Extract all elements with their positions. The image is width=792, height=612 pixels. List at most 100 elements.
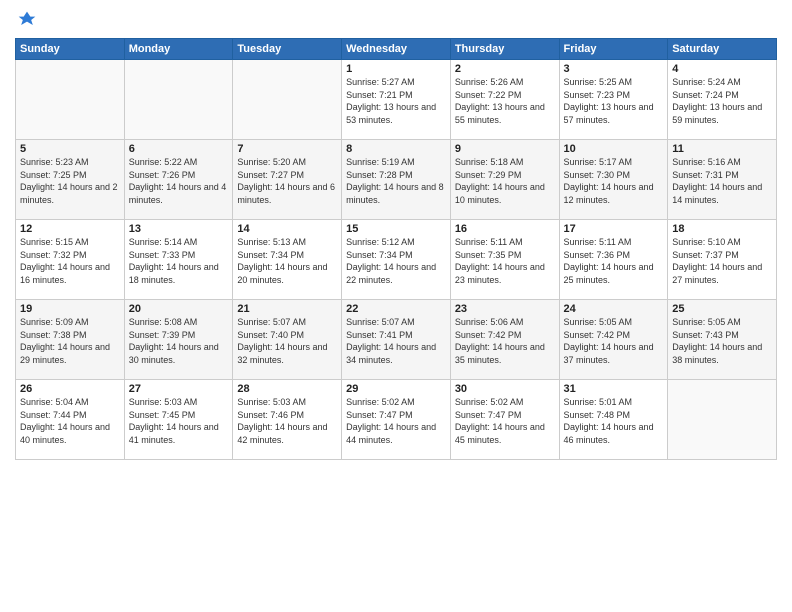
day-number: 5 xyxy=(20,143,120,155)
day-number: 22 xyxy=(346,303,446,315)
day-number: 4 xyxy=(672,63,772,75)
day-info: Sunrise: 5:03 AMSunset: 7:46 PMDaylight:… xyxy=(237,396,337,446)
calendar-cell: 24Sunrise: 5:05 AMSunset: 7:42 PMDayligh… xyxy=(559,300,668,380)
day-number: 11 xyxy=(672,143,772,155)
calendar-cell: 20Sunrise: 5:08 AMSunset: 7:39 PMDayligh… xyxy=(124,300,233,380)
day-info: Sunrise: 5:11 AMSunset: 7:36 PMDaylight:… xyxy=(564,236,664,286)
calendar-cell: 3Sunrise: 5:25 AMSunset: 7:23 PMDaylight… xyxy=(559,60,668,140)
day-number: 18 xyxy=(672,223,772,235)
day-info: Sunrise: 5:23 AMSunset: 7:25 PMDaylight:… xyxy=(20,156,120,206)
day-number: 23 xyxy=(455,303,555,315)
day-number: 2 xyxy=(455,63,555,75)
day-info: Sunrise: 5:11 AMSunset: 7:35 PMDaylight:… xyxy=(455,236,555,286)
day-info: Sunrise: 5:02 AMSunset: 7:47 PMDaylight:… xyxy=(455,396,555,446)
day-number: 13 xyxy=(129,223,229,235)
calendar-cell: 27Sunrise: 5:03 AMSunset: 7:45 PMDayligh… xyxy=(124,380,233,460)
calendar-cell xyxy=(124,60,233,140)
day-number: 20 xyxy=(129,303,229,315)
day-number: 19 xyxy=(20,303,120,315)
calendar-week-row: 26Sunrise: 5:04 AMSunset: 7:44 PMDayligh… xyxy=(16,380,777,460)
calendar-cell: 28Sunrise: 5:03 AMSunset: 7:46 PMDayligh… xyxy=(233,380,342,460)
day-info: Sunrise: 5:09 AMSunset: 7:38 PMDaylight:… xyxy=(20,316,120,366)
day-info: Sunrise: 5:04 AMSunset: 7:44 PMDaylight:… xyxy=(20,396,120,446)
logo xyxy=(15,10,37,30)
page: SundayMondayTuesdayWednesdayThursdayFrid… xyxy=(0,0,792,612)
calendar-cell: 19Sunrise: 5:09 AMSunset: 7:38 PMDayligh… xyxy=(16,300,125,380)
calendar-cell: 1Sunrise: 5:27 AMSunset: 7:21 PMDaylight… xyxy=(342,60,451,140)
calendar-cell: 21Sunrise: 5:07 AMSunset: 7:40 PMDayligh… xyxy=(233,300,342,380)
logo-icon xyxy=(17,10,37,30)
day-number: 21 xyxy=(237,303,337,315)
day-info: Sunrise: 5:02 AMSunset: 7:47 PMDaylight:… xyxy=(346,396,446,446)
calendar-cell: 14Sunrise: 5:13 AMSunset: 7:34 PMDayligh… xyxy=(233,220,342,300)
day-number: 7 xyxy=(237,143,337,155)
day-info: Sunrise: 5:25 AMSunset: 7:23 PMDaylight:… xyxy=(564,76,664,126)
day-info: Sunrise: 5:16 AMSunset: 7:31 PMDaylight:… xyxy=(672,156,772,206)
calendar-week-row: 19Sunrise: 5:09 AMSunset: 7:38 PMDayligh… xyxy=(16,300,777,380)
calendar-cell: 10Sunrise: 5:17 AMSunset: 7:30 PMDayligh… xyxy=(559,140,668,220)
day-number: 3 xyxy=(564,63,664,75)
calendar-cell: 29Sunrise: 5:02 AMSunset: 7:47 PMDayligh… xyxy=(342,380,451,460)
calendar-cell: 8Sunrise: 5:19 AMSunset: 7:28 PMDaylight… xyxy=(342,140,451,220)
calendar-cell: 4Sunrise: 5:24 AMSunset: 7:24 PMDaylight… xyxy=(668,60,777,140)
calendar-cell: 26Sunrise: 5:04 AMSunset: 7:44 PMDayligh… xyxy=(16,380,125,460)
day-info: Sunrise: 5:18 AMSunset: 7:29 PMDaylight:… xyxy=(455,156,555,206)
day-info: Sunrise: 5:22 AMSunset: 7:26 PMDaylight:… xyxy=(129,156,229,206)
weekday-header: Friday xyxy=(559,39,668,60)
day-number: 26 xyxy=(20,383,120,395)
calendar-cell: 22Sunrise: 5:07 AMSunset: 7:41 PMDayligh… xyxy=(342,300,451,380)
weekday-header: Saturday xyxy=(668,39,777,60)
day-number: 17 xyxy=(564,223,664,235)
calendar-cell: 17Sunrise: 5:11 AMSunset: 7:36 PMDayligh… xyxy=(559,220,668,300)
calendar-cell: 30Sunrise: 5:02 AMSunset: 7:47 PMDayligh… xyxy=(450,380,559,460)
day-info: Sunrise: 5:01 AMSunset: 7:48 PMDaylight:… xyxy=(564,396,664,446)
weekday-header: Sunday xyxy=(16,39,125,60)
day-number: 31 xyxy=(564,383,664,395)
day-info: Sunrise: 5:14 AMSunset: 7:33 PMDaylight:… xyxy=(129,236,229,286)
day-number: 9 xyxy=(455,143,555,155)
calendar-cell xyxy=(233,60,342,140)
calendar-cell: 25Sunrise: 5:05 AMSunset: 7:43 PMDayligh… xyxy=(668,300,777,380)
calendar-cell xyxy=(16,60,125,140)
day-number: 14 xyxy=(237,223,337,235)
day-info: Sunrise: 5:12 AMSunset: 7:34 PMDaylight:… xyxy=(346,236,446,286)
day-number: 15 xyxy=(346,223,446,235)
calendar-week-row: 1Sunrise: 5:27 AMSunset: 7:21 PMDaylight… xyxy=(16,60,777,140)
day-info: Sunrise: 5:06 AMSunset: 7:42 PMDaylight:… xyxy=(455,316,555,366)
calendar-cell: 16Sunrise: 5:11 AMSunset: 7:35 PMDayligh… xyxy=(450,220,559,300)
day-number: 24 xyxy=(564,303,664,315)
day-info: Sunrise: 5:24 AMSunset: 7:24 PMDaylight:… xyxy=(672,76,772,126)
day-number: 10 xyxy=(564,143,664,155)
day-info: Sunrise: 5:03 AMSunset: 7:45 PMDaylight:… xyxy=(129,396,229,446)
day-info: Sunrise: 5:07 AMSunset: 7:40 PMDaylight:… xyxy=(237,316,337,366)
day-info: Sunrise: 5:10 AMSunset: 7:37 PMDaylight:… xyxy=(672,236,772,286)
day-number: 27 xyxy=(129,383,229,395)
day-number: 29 xyxy=(346,383,446,395)
day-info: Sunrise: 5:13 AMSunset: 7:34 PMDaylight:… xyxy=(237,236,337,286)
day-info: Sunrise: 5:17 AMSunset: 7:30 PMDaylight:… xyxy=(564,156,664,206)
day-info: Sunrise: 5:15 AMSunset: 7:32 PMDaylight:… xyxy=(20,236,120,286)
day-info: Sunrise: 5:27 AMSunset: 7:21 PMDaylight:… xyxy=(346,76,446,126)
calendar-cell: 2Sunrise: 5:26 AMSunset: 7:22 PMDaylight… xyxy=(450,60,559,140)
weekday-header: Tuesday xyxy=(233,39,342,60)
weekday-header: Monday xyxy=(124,39,233,60)
day-number: 30 xyxy=(455,383,555,395)
calendar-cell: 31Sunrise: 5:01 AMSunset: 7:48 PMDayligh… xyxy=(559,380,668,460)
day-info: Sunrise: 5:05 AMSunset: 7:43 PMDaylight:… xyxy=(672,316,772,366)
calendar-cell: 23Sunrise: 5:06 AMSunset: 7:42 PMDayligh… xyxy=(450,300,559,380)
calendar-cell: 12Sunrise: 5:15 AMSunset: 7:32 PMDayligh… xyxy=(16,220,125,300)
day-number: 28 xyxy=(237,383,337,395)
header xyxy=(15,10,777,30)
calendar-cell: 11Sunrise: 5:16 AMSunset: 7:31 PMDayligh… xyxy=(668,140,777,220)
calendar-cell: 18Sunrise: 5:10 AMSunset: 7:37 PMDayligh… xyxy=(668,220,777,300)
calendar-cell: 6Sunrise: 5:22 AMSunset: 7:26 PMDaylight… xyxy=(124,140,233,220)
calendar-cell: 13Sunrise: 5:14 AMSunset: 7:33 PMDayligh… xyxy=(124,220,233,300)
calendar-cell: 7Sunrise: 5:20 AMSunset: 7:27 PMDaylight… xyxy=(233,140,342,220)
day-number: 1 xyxy=(346,63,446,75)
day-number: 12 xyxy=(20,223,120,235)
weekday-header-row: SundayMondayTuesdayWednesdayThursdayFrid… xyxy=(16,39,777,60)
day-number: 8 xyxy=(346,143,446,155)
calendar-week-row: 5Sunrise: 5:23 AMSunset: 7:25 PMDaylight… xyxy=(16,140,777,220)
calendar-cell: 9Sunrise: 5:18 AMSunset: 7:29 PMDaylight… xyxy=(450,140,559,220)
weekday-header: Wednesday xyxy=(342,39,451,60)
